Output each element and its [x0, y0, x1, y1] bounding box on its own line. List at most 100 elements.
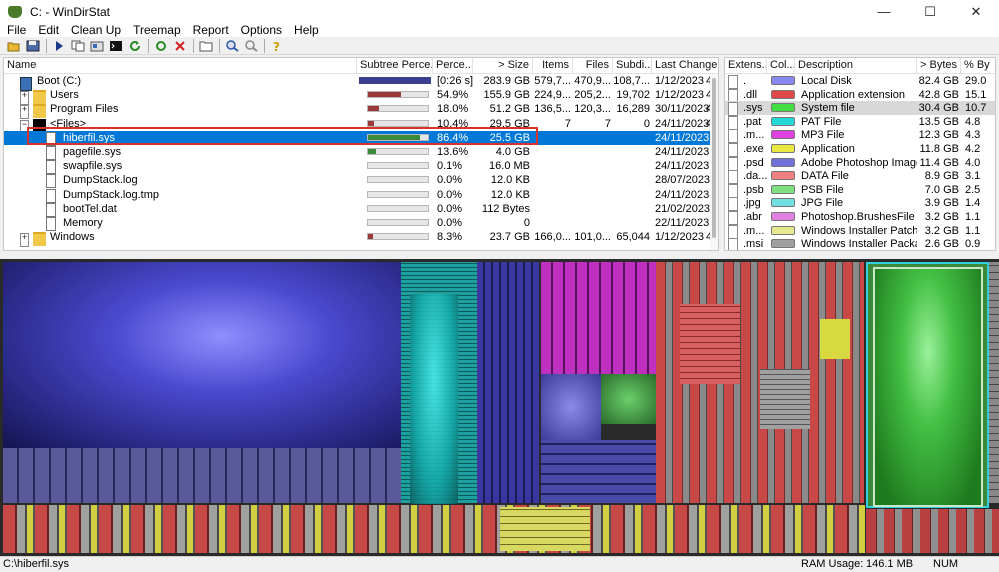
treemap[interactable] — [0, 259, 999, 556]
extension-row[interactable]: .psb PSB File 7.0 GB 2.5 — [725, 183, 995, 198]
window-title: C: - WinDirStat — [30, 4, 111, 19]
tree-row[interactable]: DumpStack.log.tmp 0.0% 12.0 KB 24/11/2023 — [4, 188, 718, 203]
file-type-icon — [728, 238, 738, 250]
zoom-out-icon[interactable] — [243, 39, 259, 53]
treemap-block-green[interactable] — [601, 374, 656, 424]
col-items[interactable]: Items — [533, 58, 573, 74]
copy-icon[interactable] — [70, 39, 86, 53]
menu-file[interactable]: File — [0, 23, 32, 37]
extension-row[interactable]: .msi Windows Installer Package 2.6 GB 0.9 — [725, 237, 995, 251]
expand-toggle-icon[interactable]: + — [20, 233, 29, 248]
menu-help[interactable]: Help — [288, 23, 325, 37]
treemap-block-exe[interactable] — [820, 319, 850, 359]
col-percent-bytes[interactable]: % By — [961, 58, 995, 74]
col-files[interactable]: Files — [573, 58, 613, 74]
help-icon[interactable]: ? — [269, 39, 285, 53]
row-subdirs: 108,7... — [613, 75, 650, 87]
treemap-block-bottom[interactable] — [3, 505, 865, 553]
refresh-icon[interactable] — [127, 39, 143, 53]
zoom-in-icon[interactable] — [224, 39, 240, 53]
col-extension[interactable]: Extens... — [725, 58, 767, 74]
tree-row[interactable]: + Users 54.9% 155.9 GB 224,9... 205,2... 19,70… — [4, 88, 718, 106]
menu-report[interactable]: Report — [187, 23, 235, 37]
col-size[interactable]: > Size — [473, 58, 533, 74]
delete-icon[interactable] — [172, 39, 188, 53]
tree-row[interactable]: Memory 0.0% 0 22/11/2023 — [4, 216, 718, 231]
ext-name: .psd — [743, 156, 764, 169]
minimize-button[interactable]: — — [861, 0, 907, 23]
tree-row[interactable]: swapfile.sys 0.1% 16.0 MB 24/11/2023 — [4, 159, 718, 175]
col-subtree-percent[interactable]: Subtree Perce... — [357, 58, 433, 74]
ext-percent: 0.9 — [965, 238, 981, 251]
treemap-block-blue-small[interactable] — [3, 448, 401, 503]
col-subdirs[interactable]: Subdi... — [613, 58, 652, 74]
row-last-change: 24/11/2023 — [655, 146, 710, 158]
extension-row[interactable]: .m... Windows Installer Patch 3.2 GB 1.1 — [725, 224, 995, 239]
extension-row[interactable]: .dll Application extension 42.8 GB 15.1 — [725, 88, 995, 103]
row-last-change: 24/11/2023 — [655, 131, 710, 144]
treemap-block-grey[interactable] — [760, 369, 810, 429]
row-name: Boot (C:) — [37, 75, 82, 87]
ext-name: .dll — [743, 88, 758, 101]
row-last-change: 24/11/2023 — [655, 188, 710, 201]
ext-bytes: 82.4 GB — [918, 75, 959, 87]
extension-row[interactable]: .jpg JPG File 3.9 GB 1.4 — [725, 196, 995, 212]
treemap-block-edge[interactable] — [989, 262, 999, 503]
extension-row[interactable]: .exe Application 11.8 GB 4.2 — [725, 142, 995, 157]
menu-clean-up[interactable]: Clean Up — [65, 23, 127, 37]
col-description[interactable]: Description — [795, 58, 917, 74]
row-items — [533, 159, 571, 173]
cmd-icon[interactable] — [108, 39, 124, 53]
treemap-block-yellow[interactable] — [500, 507, 590, 551]
extension-row[interactable]: .pat PAT File 13.5 GB 4.8 — [725, 115, 995, 130]
treemap-block-mp3[interactable] — [541, 262, 656, 374]
ext-bytes: 30.4 GB — [918, 102, 959, 115]
extension-row[interactable]: .abr Photoshop.BrushesFile 3.2 GB 1.1 — [725, 210, 995, 225]
treemap-block-bottom-right[interactable] — [866, 509, 999, 553]
extension-row[interactable]: .sys System file 30.4 GB 10.7 — [725, 101, 995, 117]
tree-row[interactable]: bootTel.dat 0.0% 112 Bytes 21/02/2023 — [4, 202, 718, 217]
row-files — [573, 131, 611, 145]
col-name[interactable]: Name — [4, 58, 357, 74]
tree-row[interactable]: pagefile.sys 13.6% 4.0 GB 24/11/2023 — [4, 145, 718, 160]
col-color[interactable]: Col... — [767, 58, 795, 74]
save-icon[interactable] — [25, 39, 41, 53]
row-items — [533, 216, 571, 230]
row-items — [533, 145, 571, 159]
extension-row[interactable]: .m... MP3 File 12.3 GB 4.3 — [725, 128, 995, 144]
color-swatch — [771, 225, 795, 235]
treemap-block-dll-2[interactable] — [680, 304, 740, 384]
menu-edit[interactable]: Edit — [32, 23, 65, 37]
menu-options[interactable]: Options — [235, 23, 288, 37]
tree-row[interactable]: DumpStack.log 0.0% 12.0 KB 28/07/2023 — [4, 173, 718, 189]
folder-icon[interactable] — [198, 39, 214, 53]
maximize-button[interactable]: ☐ — [907, 0, 953, 23]
tree-scrollbar[interactable] — [710, 74, 718, 250]
treemap-block-purple[interactable] — [541, 374, 601, 440]
extension-row[interactable]: .da... DATA File 8.9 GB 3.1 — [725, 169, 995, 185]
menu-treemap[interactable]: Treemap — [127, 23, 187, 37]
row-percent: 0.0% — [437, 174, 463, 187]
open-icon[interactable] — [6, 39, 22, 53]
close-button[interactable]: ✕ — [953, 0, 999, 23]
row-items: 136,5... — [534, 103, 571, 116]
extension-row[interactable]: .psd Adobe Photoshop Image...11.4 GB 4.0 — [725, 156, 995, 171]
treemap-block-hiberfil[interactable] — [866, 262, 989, 508]
treemap-block-pat-core[interactable] — [410, 294, 458, 504]
col-percent[interactable]: Perce... — [433, 58, 473, 74]
play-icon[interactable] — [51, 39, 67, 53]
treemap-block-blue-lower[interactable] — [541, 440, 656, 503]
splitter[interactable] — [0, 251, 999, 259]
tree-row[interactable]: + Windows 8.3% 23.7 GB 166,0... 101,0... 65,04… — [4, 230, 718, 248]
title-bar: C: - WinDirStat — ☐ ✕ — [0, 0, 999, 23]
treemap-block-blue-stripes[interactable] — [477, 262, 539, 503]
refresh-all-icon[interactable] — [153, 39, 169, 53]
tree-row[interactable]: Boot (C:) [0:26 s] 283.9 GB 579,7... 470,9..… — [4, 74, 718, 91]
treemap-block-psd[interactable] — [3, 262, 401, 448]
explorer-icon[interactable] — [89, 39, 105, 53]
extension-row[interactable]: . Local Disk 82.4 GB 29.0 — [725, 74, 995, 89]
tree-row[interactable]: + Program Files 18.0% 51.2 GB 136,5... 120,3.… — [4, 102, 718, 120]
col-last-change[interactable]: Last Change — [652, 58, 718, 74]
col-bytes[interactable]: > Bytes — [917, 58, 961, 74]
extension-list: Extens... Col... Description > Bytes % B… — [724, 57, 996, 251]
